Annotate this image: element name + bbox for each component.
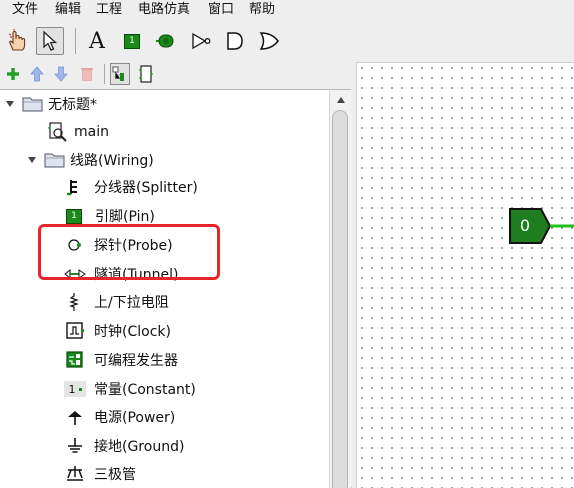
splitter-icon	[67, 180, 77, 196]
trash-icon	[81, 68, 93, 81]
delete-button[interactable]	[77, 63, 97, 85]
tree-item-label: 分线器(Splitter)	[94, 180, 198, 196]
tree-folder-wiring[interactable]: 线路(Wiring)	[26, 148, 154, 172]
tree-circuit-main[interactable]: main	[48, 120, 109, 144]
folder-icon	[22, 97, 43, 112]
constant-value-text: 1	[68, 382, 76, 396]
tree-project-node[interactable]: 无标题*	[4, 92, 97, 116]
add-not-gate-button[interactable]	[187, 27, 215, 55]
tree-item-transistor[interactable]: 三极管	[66, 462, 136, 486]
tree-item-label: 接地(Ground)	[94, 439, 185, 455]
tree-item-constant[interactable]: 1 常量(Constant)	[64, 377, 196, 401]
menu-window[interactable]: 窗口	[208, 1, 234, 19]
explorer-toolbar	[0, 60, 352, 88]
arrow-down-icon	[54, 66, 68, 82]
toolbar-separator	[75, 28, 76, 54]
add-pin-button[interactable]: 1	[118, 27, 146, 55]
tree-item-programmable-generator[interactable]: 可编程发生器	[66, 348, 178, 372]
ground-icon	[68, 438, 82, 453]
or-gate-icon	[259, 32, 279, 50]
tree-scrollbar[interactable]	[329, 90, 351, 488]
canvas-pin-value: 0	[519, 216, 531, 235]
text-tool-button[interactable]: A	[83, 27, 111, 55]
add-circuit-button[interactable]	[3, 63, 23, 85]
add-and-gate-button[interactable]	[221, 27, 249, 55]
tree-item-pull-resistor[interactable]: 上/下拉电阻	[66, 290, 169, 314]
constant-output-dot	[78, 387, 82, 391]
menu-project[interactable]: 工程	[96, 1, 122, 19]
constant-icon: 1	[64, 381, 86, 397]
toolbox-tree-icon	[112, 66, 124, 81]
scroll-up-arrow-icon	[336, 97, 345, 103]
tool-toolbar: A 1	[0, 22, 574, 60]
menu-edit[interactable]: 编辑	[55, 1, 81, 19]
pin-icon: 1	[66, 208, 82, 224]
tree-item-clock[interactable]: 时钟(Clock)	[66, 319, 171, 343]
circuit-magnifier-icon	[48, 122, 67, 142]
tree-item-ground[interactable]: 接地(Ground)	[66, 434, 184, 458]
tree-item-label: 可编程发生器	[94, 353, 178, 369]
add-or-gate-button[interactable]	[255, 27, 283, 55]
pull-resistor-icon	[69, 293, 79, 311]
add-output-pin-button[interactable]	[152, 27, 180, 55]
tree-item-label: 常量(Constant)	[94, 382, 196, 398]
output-pin-icon	[156, 34, 174, 48]
menu-bar: 文件 编辑 工程 电路仿真 窗口 帮助	[0, 0, 574, 20]
tree-item-label: 三极管	[94, 467, 136, 483]
hand-icon	[8, 29, 26, 51]
poke-tool-button[interactable]	[3, 27, 31, 55]
tree-item-label: 上/下拉电阻	[94, 295, 169, 311]
tree-item-label: 电源(Power)	[94, 410, 176, 426]
toolbar-separator	[104, 64, 105, 84]
plus-icon	[7, 68, 19, 80]
menu-simulate[interactable]: 电路仿真	[138, 1, 190, 19]
transistor-icon	[67, 466, 83, 481]
tree-project-label: 无标题*	[48, 97, 97, 113]
move-up-button[interactable]	[27, 63, 47, 85]
and-gate-icon	[227, 32, 243, 50]
explorer-tree: 无标题* main 线路(Wiring) 分线器(Splitter) 1 引脚(…	[0, 89, 352, 488]
text-tool-icon: A	[89, 28, 105, 54]
tree-item-power[interactable]: 电源(Power)	[66, 405, 175, 429]
menu-help[interactable]: 帮助	[249, 1, 275, 19]
tree-item-splitter[interactable]: 分线器(Splitter)	[66, 175, 198, 199]
arrow-pointer-icon	[43, 30, 58, 51]
highlight-annotation	[38, 224, 220, 280]
folder-icon	[44, 153, 65, 168]
expand-triangle-icon[interactable]	[26, 154, 38, 166]
power-icon	[68, 411, 82, 425]
simulation-tree-icon	[139, 65, 153, 83]
circuit-canvas[interactable]	[356, 62, 574, 488]
toolbox-view-button[interactable]	[110, 63, 130, 85]
tree-item-label: 时钟(Clock)	[94, 324, 171, 340]
simulation-view-button[interactable]	[136, 63, 156, 85]
tree-folder-label: 线路(Wiring)	[70, 153, 154, 169]
clock-icon	[66, 322, 84, 339]
scroll-up-button[interactable]	[330, 90, 351, 110]
not-gate-icon	[192, 32, 211, 50]
pin-icon: 1	[124, 33, 140, 49]
select-tool-button[interactable]	[36, 27, 64, 55]
programmable-generator-icon	[66, 351, 83, 368]
tree-item-label: 引脚(Pin)	[95, 209, 155, 225]
tree-circuit-label: main	[74, 124, 109, 140]
expand-triangle-icon[interactable]	[4, 98, 16, 110]
scroll-thumb[interactable]	[332, 110, 348, 488]
menu-file[interactable]: 文件	[12, 1, 38, 19]
arrow-up-icon	[30, 66, 44, 82]
move-down-button[interactable]	[51, 63, 71, 85]
